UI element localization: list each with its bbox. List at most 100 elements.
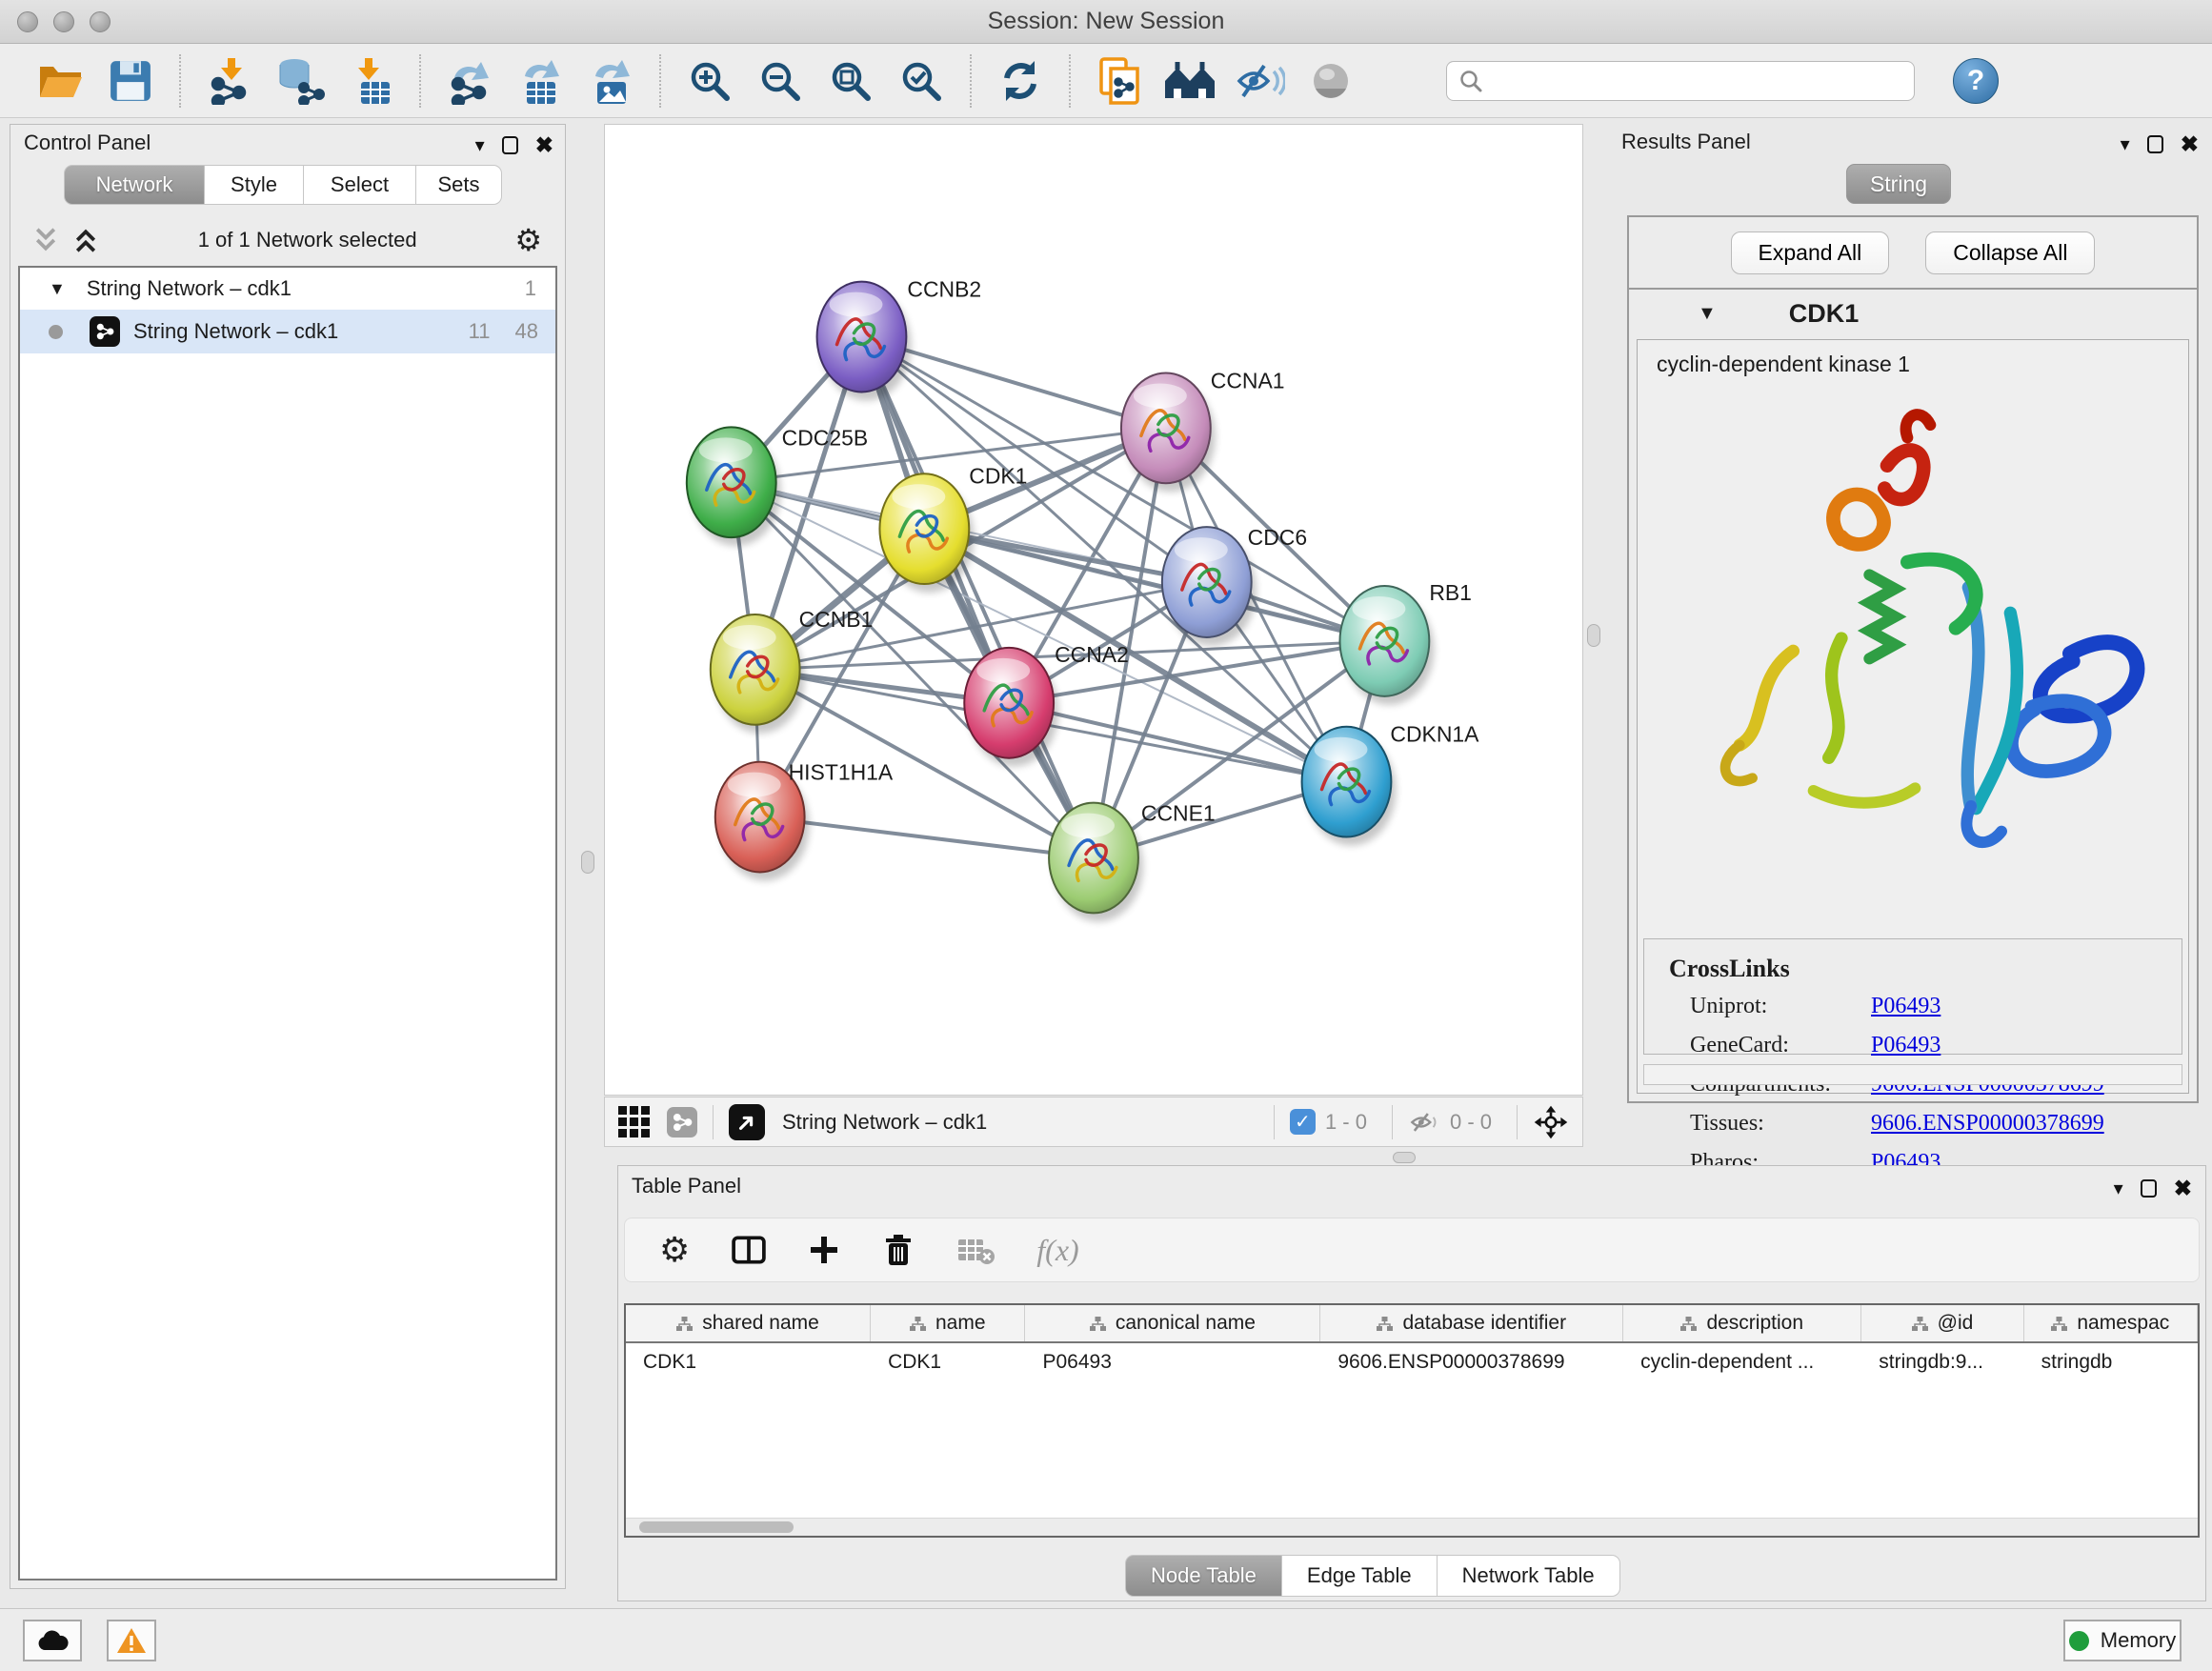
open-in-new-window-icon[interactable] [729,1104,765,1140]
tab-style[interactable]: Style [205,165,304,205]
tab-network-table[interactable]: Network Table [1438,1555,1620,1597]
import-table-file-button[interactable] [344,54,397,108]
table-cell[interactable]: cyclin-dependent ... [1623,1343,1861,1381]
close-panel-icon[interactable]: ✖ [2174,1176,2192,1201]
tree-expander-icon[interactable]: ▼ [49,279,66,299]
results-scroll-strip[interactable] [1643,1064,2182,1085]
network-options-gear-icon[interactable]: ⚙ [514,225,542,255]
tab-sets[interactable]: Sets [416,165,502,205]
column-header-shared-name[interactable]: shared name [626,1305,871,1341]
network-node-cdk1[interactable] [879,473,974,593]
show-all-button[interactable] [1304,54,1357,108]
open-session-button[interactable] [33,54,87,108]
network-edge[interactable] [861,337,1094,858]
collapse-all-button[interactable]: Collapse All [1925,232,2095,274]
export-table-button[interactable] [513,54,567,108]
network-edge[interactable] [1009,703,1346,782]
network-row[interactable]: String Network – cdk1 11 48 [20,310,555,353]
column-header-name[interactable]: name [871,1305,1025,1341]
zoom-fit-button[interactable] [824,54,877,108]
column-header-database-identifier[interactable]: database identifier [1320,1305,1623,1341]
first-neighbors-button[interactable] [1163,54,1217,108]
delete-column-trash-icon[interactable] [882,1233,915,1267]
import-network-file-button[interactable] [203,54,256,108]
network-edge[interactable] [760,817,1094,858]
table-cell[interactable]: 9606.ENSP00000378699 [1320,1343,1623,1381]
crosslink-uniprot-link[interactable]: P06493 [1871,994,1941,1019]
warning-status-button[interactable] [107,1620,156,1661]
table-horizontal-scrollbar[interactable] [626,1518,2198,1536]
tab-string[interactable]: String [1846,164,1951,204]
gene-expander-icon[interactable]: ▼ [1698,303,1717,325]
column-header-canonical-name[interactable]: canonical name [1025,1305,1320,1341]
tab-network[interactable]: Network [64,165,205,205]
network-node-ccna1[interactable] [1121,372,1216,492]
scrollbar-thumb[interactable] [639,1521,794,1533]
export-network-button[interactable] [443,54,496,108]
column-header--id[interactable]: @id [1861,1305,2023,1341]
table-cell[interactable]: CDK1 [871,1343,1025,1381]
column-header-label: shared name [702,1312,819,1335]
create-column-plus-icon[interactable] [808,1234,840,1266]
network-view-canvas[interactable]: CCNB2CCNA1CDC25BCDK1CDC6RB1CCNB1CCNA2CDK… [604,124,1583,1096]
column-header-namespac[interactable]: namespac [2024,1305,2198,1341]
birdseye-navigator-icon[interactable] [1533,1104,1569,1140]
network-graph[interactable]: CCNB2CCNA1CDC25BCDK1CDC6RB1CCNB1CCNA2CDK… [605,125,1582,1095]
search-input[interactable] [1483,70,1883,92]
hide-selected-button[interactable] [1234,54,1287,108]
selected-checkbox-icon[interactable]: ✓ [1290,1109,1316,1135]
crosslink-tissues-link[interactable]: 9606.ENSP00000378699 [1871,1111,2104,1137]
global-search[interactable] [1446,61,1915,101]
table-cell[interactable]: CDK1 [626,1343,871,1381]
left-splitter-handle[interactable] [581,851,594,874]
memory-button[interactable]: Memory [2063,1620,2182,1661]
collapse-all-icon[interactable] [31,226,60,254]
show-columns-icon[interactable] [732,1233,766,1267]
help-button[interactable]: ? [1953,58,1999,104]
float-panel-icon[interactable] [502,136,518,154]
cloud-status-button[interactable] [23,1620,82,1661]
function-builder-icon: f(x) [1036,1233,1078,1268]
network-node-cdc6[interactable] [1162,527,1257,646]
refresh-button[interactable] [994,54,1047,108]
network-node-ccna2[interactable] [964,648,1058,767]
table-options-gear-icon[interactable]: ⚙ [659,1233,690,1267]
tab-select[interactable]: Select [304,165,416,205]
table-cell[interactable]: P06493 [1026,1343,1321,1381]
tab-edge-table[interactable]: Edge Table [1282,1555,1438,1597]
close-panel-icon[interactable]: ✖ [2181,131,2199,157]
import-network-database-button[interactable] [273,54,327,108]
zoom-out-button[interactable] [754,54,807,108]
zoom-in-button[interactable] [683,54,736,108]
node-label: CCNB1 [799,607,874,632]
export-image-button[interactable] [584,54,637,108]
close-panel-icon[interactable]: ✖ [535,132,553,158]
panel-menu-icon[interactable]: ▾ [2121,132,2130,156]
table-row[interactable]: CDK1CDK1P064939606.ENSP00000378699cyclin… [626,1343,2198,1381]
save-session-button[interactable] [104,54,157,108]
network-node-ccne1[interactable] [1049,803,1143,922]
hidden-eye-icon[interactable] [1408,1109,1440,1136]
panel-menu-icon[interactable]: ▾ [475,133,485,157]
zoom-selected-button[interactable] [895,54,948,108]
table-cell[interactable]: stringdb:9... [1861,1343,2023,1381]
crosslink-genecard-link[interactable]: P06493 [1871,1033,1941,1058]
table-cell[interactable]: stringdb [2024,1343,2198,1381]
tab-node-table[interactable]: Node Table [1125,1555,1282,1597]
expand-all-icon[interactable] [71,226,100,254]
panel-menu-icon[interactable]: ▾ [2114,1177,2123,1200]
network-collection-row[interactable]: ▼ String Network – cdk1 1 [20,268,555,310]
expand-all-button[interactable]: Expand All [1731,232,1890,274]
gene-section-header[interactable]: ▼ CDK1 [1629,290,2197,337]
column-header-description[interactable]: description [1623,1305,1861,1341]
network-node-cdkn1a[interactable] [1302,727,1397,846]
horizontal-splitter-handle[interactable] [1393,1152,1416,1163]
network-node-ccnb1[interactable] [711,614,805,734]
network-share-icon [90,316,120,347]
show-grid-icon[interactable] [618,1106,650,1137]
duplicate-network-button[interactable] [1093,54,1146,108]
float-panel-icon[interactable] [2141,1179,2157,1198]
network-node-ccnb2[interactable] [817,282,912,401]
network-node-rb1[interactable] [1339,586,1434,705]
float-panel-icon[interactable] [2147,135,2163,153]
